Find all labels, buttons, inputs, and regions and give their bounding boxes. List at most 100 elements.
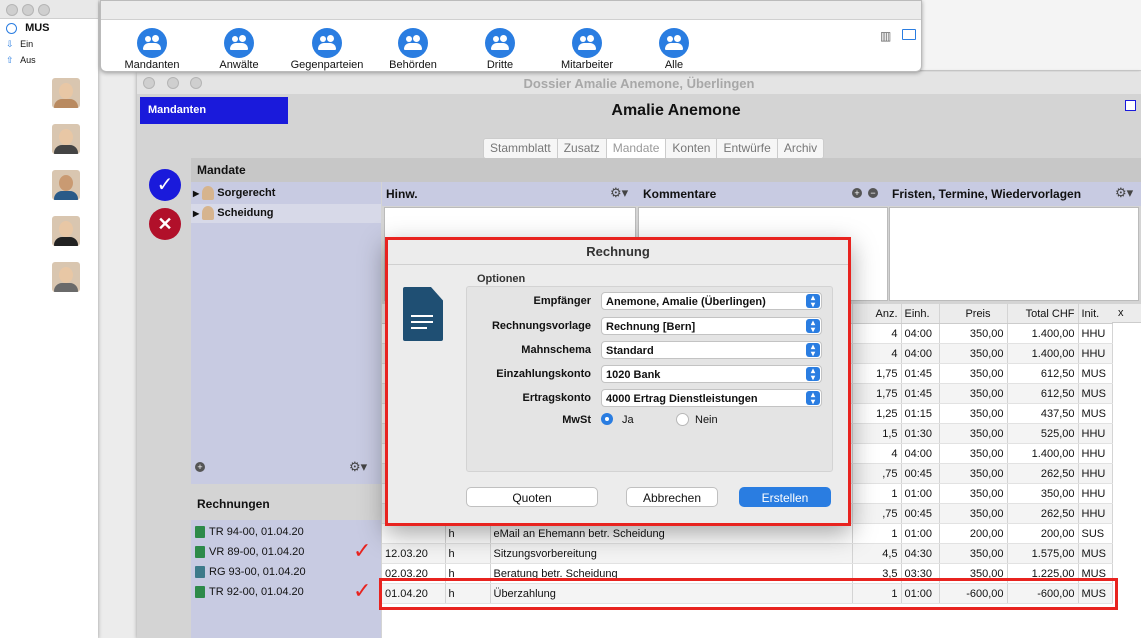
tab-archiv[interactable]: Archiv — [777, 139, 824, 158]
fristen-textarea[interactable] — [889, 207, 1139, 301]
sidebar-tab-mandanten[interactable]: Mandanten — [140, 97, 288, 124]
people-icon — [659, 28, 689, 58]
cell-preis: 350,00 — [939, 443, 1008, 464]
confirm-check-icon[interactable]: ✓ — [149, 169, 181, 201]
table-row[interactable]: h eMail an Ehemann betr. Scheidung 1 01:00 2… — [382, 523, 1113, 544]
einzahlungskonto-select[interactable]: 1020 Bank ▴ ▾ — [601, 365, 822, 383]
ein-item[interactable]: ⇩ Ein — [6, 39, 33, 50]
add-comment-icon[interactable]: + — [852, 188, 862, 198]
library-icon[interactable]: ▥ — [880, 29, 891, 43]
cell-einh: 04:00 — [901, 343, 940, 364]
mandate-header: Mandate — [197, 163, 246, 177]
tab-zusatz[interactable]: Zusatz — [557, 139, 607, 158]
cell-anz: 1,75 — [852, 363, 902, 384]
tab-entwuerfe[interactable]: Entwürfe — [717, 139, 778, 158]
avatar[interactable] — [52, 170, 80, 200]
cancel-x-icon[interactable]: ✕ — [149, 208, 181, 240]
gear-icon[interactable]: ⚙▾ — [1115, 185, 1133, 201]
updown-arrow-icon: ▴ ▾ — [806, 294, 820, 309]
col-preis[interactable]: Preis — [939, 304, 1008, 324]
tab-konten[interactable]: Konten — [666, 139, 718, 158]
mandate-item[interactable]: ▶ Scheidung — [193, 206, 274, 220]
ein-label: Ein — [20, 39, 34, 49]
disclosure-triangle-icon[interactable]: ▶ — [193, 209, 199, 218]
gear-icon[interactable]: ⚙▾ — [349, 459, 367, 475]
updown-arrow-icon: ▴ ▾ — [806, 343, 820, 358]
cell-total: 437,50 — [1007, 403, 1079, 424]
abbrechen-button[interactable]: Abbrechen — [626, 487, 718, 507]
mwst-radio-nein[interactable] — [676, 413, 689, 426]
mwst-label: MwSt — [562, 414, 591, 426]
toolbar-window: Mandanten Anwälte Gegenparteien Behörden Dri… — [100, 0, 922, 72]
toolbar-item-gegenparteien[interactable]: Gegenparteien — [282, 28, 372, 71]
invoice-document-icon — [195, 526, 205, 539]
close-dot[interactable] — [6, 4, 18, 16]
mwst-radio-ja[interactable] — [601, 413, 613, 425]
toolbar-item-mitarbeiter[interactable]: Mitarbeiter — [542, 28, 632, 71]
toolbar-item-behörden[interactable]: Behörden — [368, 28, 458, 71]
cell-init: HHU — [1078, 343, 1113, 364]
cell-preis: 350,00 — [939, 463, 1008, 484]
minimize-dot[interactable] — [22, 4, 34, 16]
rechnungsvorlage-select[interactable]: Rechnung [Bern] ▴ ▾ — [601, 317, 822, 335]
col-init[interactable]: Init. — [1078, 304, 1113, 324]
mwst-ja-label: Ja — [622, 414, 634, 426]
cell-einh: 01:15 — [901, 403, 940, 424]
zoom-dot[interactable] — [38, 4, 50, 16]
cell-total: 262,50 — [1007, 503, 1079, 524]
toolbar-item-dritte[interactable]: Dritte — [455, 28, 545, 71]
cell-einh: 01:45 — [901, 383, 940, 404]
toolbar-item-anwälte[interactable]: Anwälte — [194, 28, 284, 71]
cell-type: h — [445, 523, 491, 544]
add-mandate-icon[interactable]: + — [195, 462, 205, 472]
gear-icon[interactable]: ⚙▾ — [610, 185, 628, 201]
cell-einh: 01:00 — [901, 483, 940, 504]
mahnschema-select[interactable]: Standard ▴ ▾ — [601, 341, 822, 359]
quoten-button[interactable]: Quoten — [466, 487, 598, 507]
avatar[interactable] — [52, 262, 80, 292]
cell-init: HHU — [1078, 503, 1113, 524]
cell-preis: 350,00 — [939, 343, 1008, 364]
tab-stammblatt[interactable]: Stammblatt — [484, 139, 558, 158]
tab-mandate[interactable]: Mandate — [606, 139, 667, 158]
cell-date: 12.03.20 — [382, 543, 446, 564]
cell-init: MUS — [1078, 543, 1113, 564]
aus-item[interactable]: ⇧ Aus — [6, 55, 36, 66]
disclosure-triangle-icon[interactable]: ▶ — [193, 189, 199, 198]
rechnung-item[interactable]: VR 89-00, 01.04.20 — [195, 546, 304, 559]
toolbar-item-label: Mitarbeiter — [561, 59, 613, 71]
col-x[interactable]: x — [1112, 304, 1141, 323]
ertragskonto-select[interactable]: 4000 Ertrag Dienstleistungen ▴ ▾ — [601, 389, 822, 407]
window-icon[interactable] — [902, 29, 916, 40]
remove-comment-icon[interactable]: − — [868, 188, 878, 198]
table-row[interactable]: 12.03.20 h Sitzungsvorbereitung 4,5 04:30 350… — [382, 543, 1113, 564]
col-total[interactable]: Total CHF — [1007, 304, 1079, 324]
empfaenger-select[interactable]: Anemone, Amalie (Überlingen) ▴ ▾ — [601, 292, 822, 310]
rechnung-item[interactable]: TR 94-00, 01.04.20 — [195, 526, 304, 539]
cell-einh: 01:45 — [901, 363, 940, 384]
mandate-item[interactable]: ▶ Sorgerecht — [193, 186, 275, 200]
rechnung-item[interactable]: TR 92-00, 01.04.20 — [195, 586, 304, 599]
col-anz[interactable]: Anz. — [852, 304, 902, 324]
dialog-title: Rechnung — [586, 244, 650, 259]
rechnungen-header: Rechnungen — [197, 497, 270, 511]
avatar[interactable] — [52, 124, 80, 154]
rechnungsvorlage-value: Rechnung [Bern] — [606, 321, 696, 333]
col-einh[interactable]: Einh. — [901, 304, 940, 324]
people-icon — [398, 28, 428, 58]
rechnung-item[interactable]: RG 93-00, 01.04.20 — [195, 566, 306, 579]
cell-einh: 01:30 — [901, 423, 940, 444]
erstellen-button[interactable]: Erstellen — [739, 487, 831, 507]
toolbar-item-mandanten[interactable]: Mandanten — [107, 28, 197, 71]
expand-icon[interactable] — [1125, 100, 1136, 111]
toolbar-item-label: Anwälte — [219, 59, 259, 71]
toolbar-item-alle[interactable]: Alle — [629, 28, 719, 71]
panel-header-bar: Hinw. ⚙▾ Kommentare + − Fristen, Termine… — [382, 182, 1141, 206]
avatar[interactable] — [52, 78, 80, 108]
cell-anz: ,75 — [852, 503, 902, 524]
avatar[interactable] — [52, 216, 80, 246]
cell-init: HHU — [1078, 423, 1113, 444]
updown-arrow-icon: ▴ ▾ — [806, 391, 820, 406]
title-divider — [388, 264, 848, 265]
mandate-label: Scheidung — [217, 206, 274, 219]
